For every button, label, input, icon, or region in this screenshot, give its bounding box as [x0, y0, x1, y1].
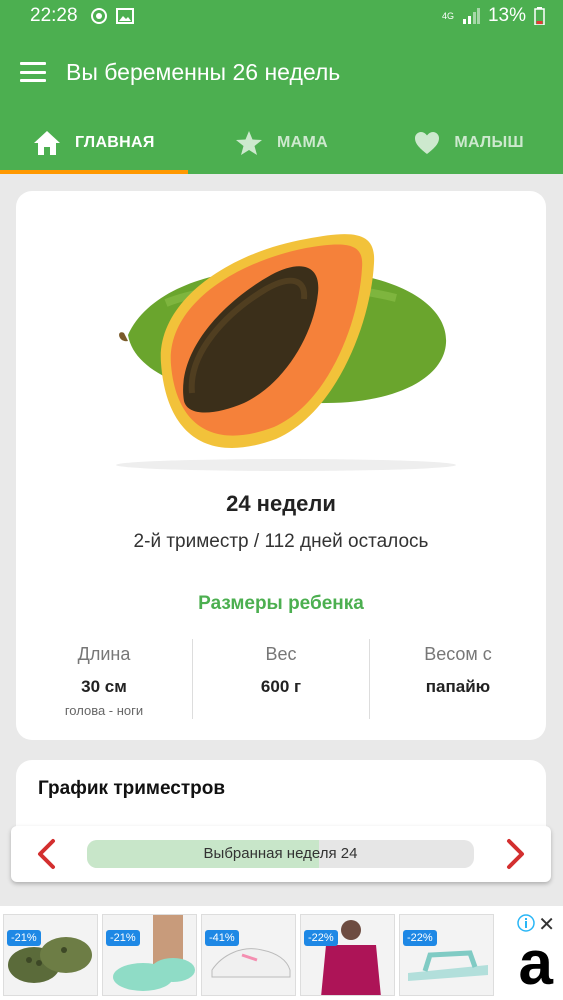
sneakers-image: [211, 948, 291, 978]
week-progress[interactable]: Выбранная неделя 24: [87, 840, 474, 868]
menu-icon[interactable]: [20, 62, 46, 82]
discount-badge: -22%: [304, 930, 338, 946]
size-weight-value: 600 г: [260, 677, 302, 696]
chevron-right-icon[interactable]: [501, 838, 531, 870]
trimester-info: 2-й триместр / 112 дней осталось: [133, 531, 429, 552]
size-compare: Весом с папайю: [369, 639, 546, 719]
tab-bar: ГЛАВНАЯ МАМА МАЛЫШ: [0, 112, 563, 174]
blouse-image: [321, 920, 381, 995]
network-type: 4G: [441, 10, 454, 21]
papaya-image: [116, 234, 456, 471]
signal-icon: [462, 8, 480, 24]
tab-home[interactable]: ГЛАВНАЯ: [0, 112, 188, 174]
ad-brand-logo: a: [518, 929, 553, 998]
ad-item[interactable]: -22%: [300, 914, 395, 996]
status-bar: 22:28 4G 13%: [0, 0, 563, 32]
trimester-chart-title: График триместров: [38, 778, 226, 799]
size-weight: Вес 600 г: [192, 639, 369, 719]
page-title: Вы беременны 26 недель: [66, 58, 341, 85]
app-bar: Вы беременны 26 недель: [0, 32, 563, 112]
ad-item[interactable]: -41%: [201, 914, 296, 996]
discount-badge: -41%: [205, 930, 239, 946]
battery-icon: [534, 7, 545, 25]
status-time: 22:28: [30, 5, 78, 26]
discount-badge: -21%: [7, 930, 41, 946]
week-selector: Выбранная неделя 24: [11, 826, 551, 882]
discount-badge: -21%: [106, 930, 140, 946]
ad-item[interactable]: -21%: [102, 914, 197, 996]
heart-icon: [415, 132, 440, 154]
gallery-icon: [115, 8, 134, 24]
discount-badge: -22%: [403, 930, 437, 946]
tab-mama-label: МАМА: [276, 134, 328, 151]
selected-week-label: Выбранная неделя 24: [203, 845, 358, 862]
size-weight-label: Вес: [265, 644, 297, 664]
baby-size-card: 24 недели 2-й триместр / 112 дней остало…: [16, 191, 546, 740]
sync-icon: [90, 8, 107, 24]
battery-percent: 13%: [487, 5, 526, 26]
ad-item[interactable]: -21%: [3, 914, 98, 996]
sizes-title: Размеры ребенка: [198, 593, 364, 614]
tab-baby[interactable]: МАЛЫШ: [375, 112, 563, 174]
tab-mama[interactable]: МАМА: [188, 112, 376, 174]
tab-baby-label: МАЛЫШ: [454, 134, 524, 151]
sandals-image: [408, 950, 488, 981]
size-length-value: 30 см: [81, 677, 127, 696]
clogs-image: [8, 937, 92, 983]
size-length: Длина 30 см голова - ноги: [16, 639, 192, 719]
chevron-left-icon[interactable]: [31, 838, 61, 870]
star-icon: [235, 131, 262, 155]
ad-item[interactable]: -22%: [399, 914, 494, 996]
clogs-image: [113, 915, 195, 991]
ad-banner[interactable]: -21% -21% -41% -22% -22% ✕ a: [0, 906, 563, 1000]
home-icon: [33, 131, 60, 155]
size-compare-value: папайю: [425, 677, 491, 696]
size-compare-label: Весом с: [424, 644, 492, 664]
week-heading: 24 недели: [226, 491, 336, 516]
size-length-label: Длина: [77, 644, 131, 664]
tab-home-label: ГЛАВНАЯ: [74, 134, 155, 151]
sizes-table: Длина 30 см голова - ноги Вес 600 г Весо…: [16, 639, 546, 719]
size-length-sub: голова - ноги: [64, 703, 144, 718]
